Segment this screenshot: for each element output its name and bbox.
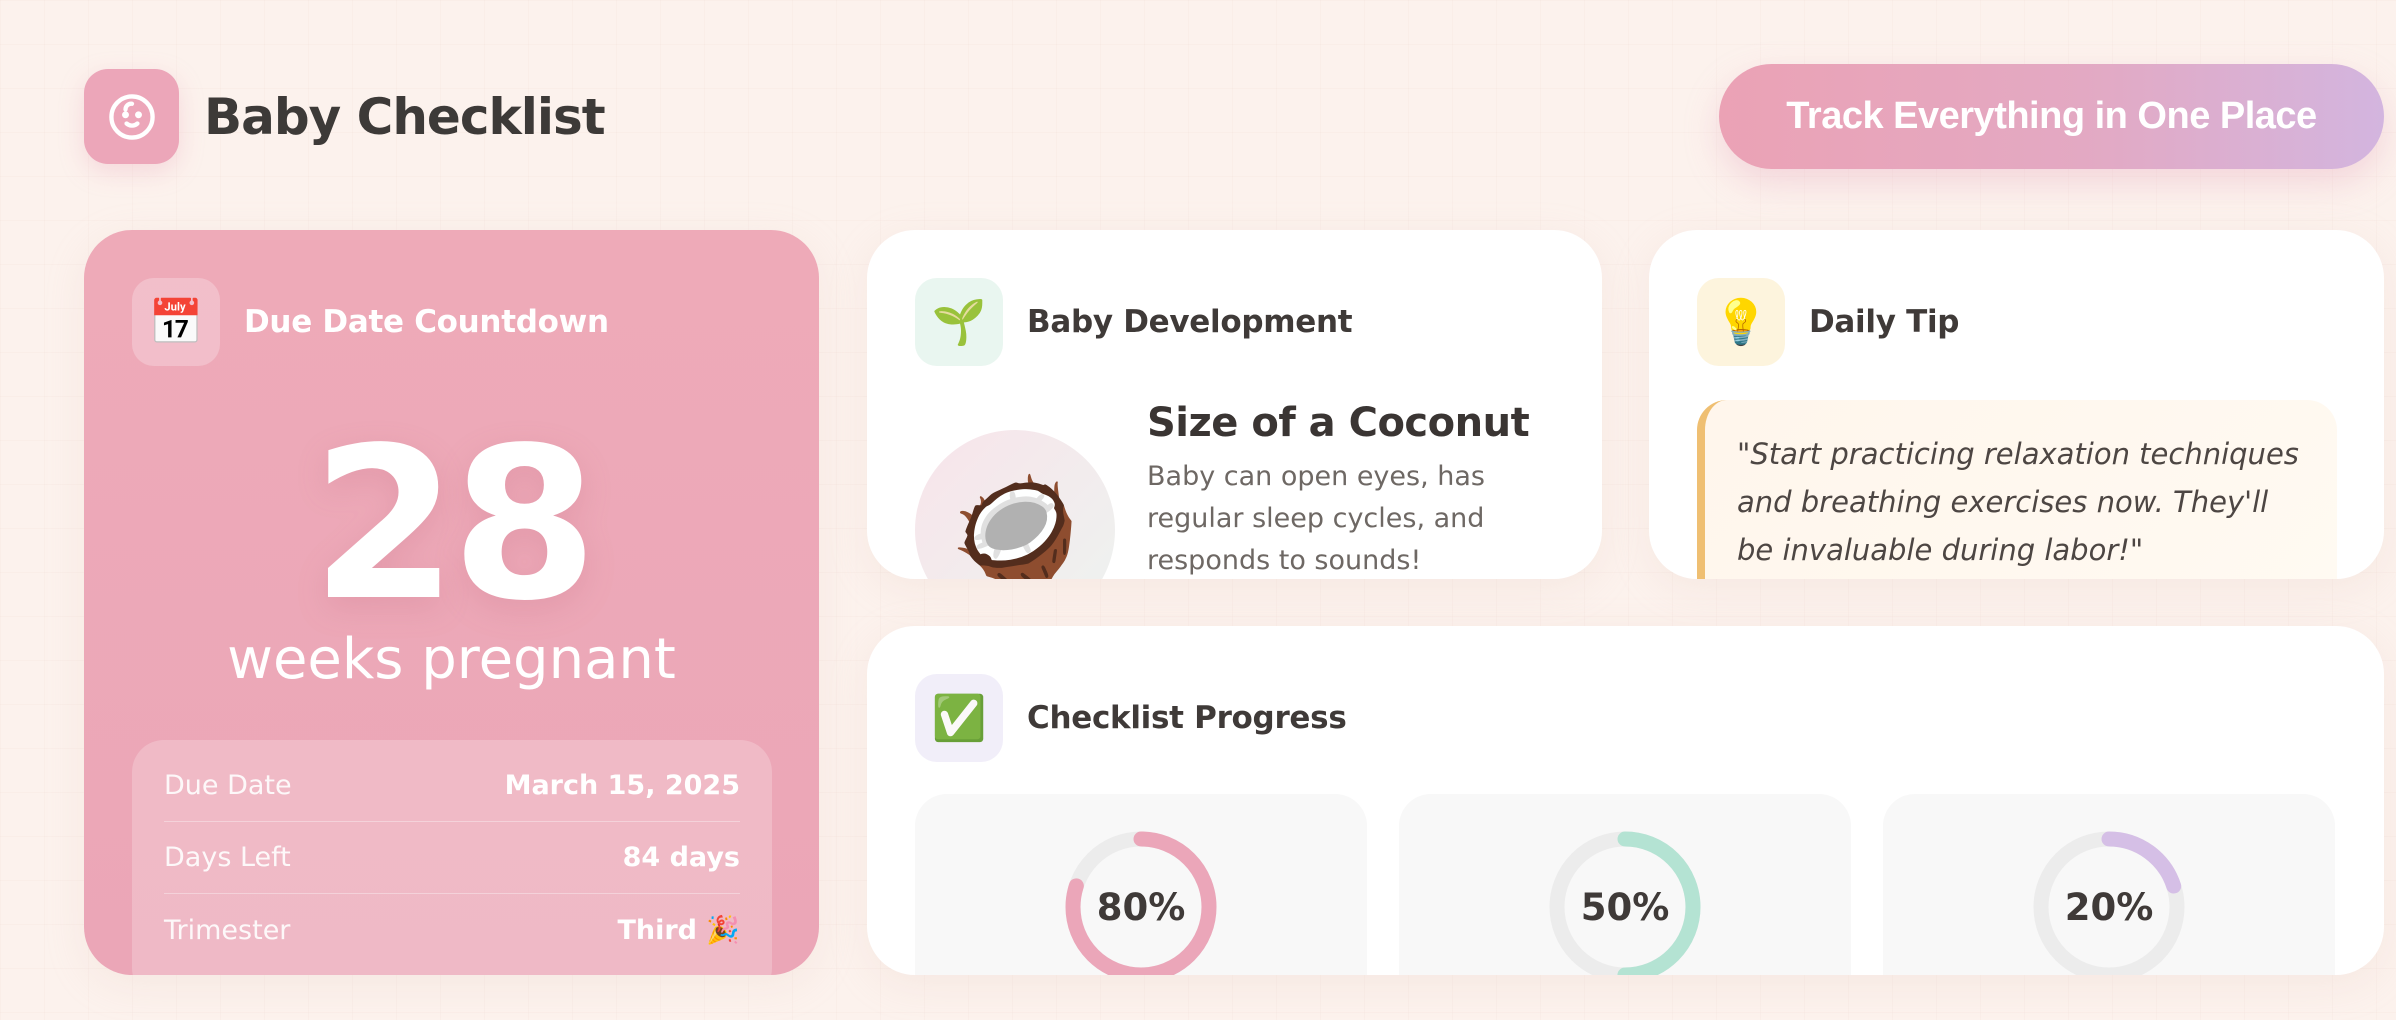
progress-title: Checklist Progress (1027, 700, 1347, 736)
days-left-row: Days Left 84 days (164, 822, 740, 894)
progress-ring: 80% (1063, 829, 1219, 975)
countdown-title: Due Date Countdown (244, 304, 609, 340)
due-date-label: Due Date (164, 770, 292, 801)
tip-quote: "Start practicing relaxation techniques … (1697, 400, 2337, 579)
progress-ring: 50% (1547, 829, 1703, 975)
days-left-label: Days Left (164, 842, 291, 873)
days-left-value: 84 days (622, 842, 740, 873)
trimester-row: Trimester Third 🎉 (164, 894, 740, 966)
progress-percent: 20% (2064, 885, 2154, 929)
weeks-number: 28 (311, 402, 597, 647)
due-date-row: Due Date March 15, 2025 (164, 750, 740, 822)
baby-development-card: 🌱 Baby Development 🥥 Size of a Coconut B… (867, 230, 1602, 579)
progress-ring: 20% (2031, 829, 2187, 975)
lightbulb-icon: 💡 (1697, 278, 1785, 366)
development-description: Baby can open eyes, has regular sleep cy… (1147, 461, 1485, 576)
daily-tip-card: 💡 Daily Tip "Start practicing relaxation… (1649, 230, 2384, 579)
progress-tile: 80% (915, 794, 1367, 975)
seedling-icon: 🌱 (915, 278, 1003, 366)
tip-title: Daily Tip (1809, 304, 1960, 340)
calendar-icon: 📅 (132, 278, 220, 366)
progress-tile: 20% (1883, 794, 2335, 975)
trimester-value: Third 🎉 (617, 915, 740, 946)
check-mark-icon: ✅ (915, 674, 1003, 762)
due-date-info: Due Date March 15, 2025 Days Left 84 day… (132, 740, 772, 975)
brand-title: Baby Checklist (204, 88, 606, 146)
coconut-icon: 🥥 (915, 430, 1115, 579)
progress-tile: 50% (1399, 794, 1851, 975)
track-everything-button[interactable]: Track Everything in One Place (1719, 64, 2384, 169)
weeks-label: weeks pregnant (227, 627, 676, 692)
progress-percent: 50% (1580, 885, 1670, 929)
due-date-value: March 15, 2025 (504, 770, 740, 801)
baby-face-icon (108, 93, 155, 140)
checklist-progress-card: ✅ Checklist Progress 80% 50% 20% (867, 626, 2384, 975)
trimester-label: Trimester (164, 914, 291, 946)
size-title: Size of a Coconut (1147, 400, 1530, 446)
baby-face-logo (84, 69, 179, 164)
due-date-countdown-card: 📅 Due Date Countdown 28 weeks pregnant D… (84, 230, 819, 975)
progress-percent: 80% (1096, 885, 1186, 929)
development-title: Baby Development (1027, 304, 1353, 340)
